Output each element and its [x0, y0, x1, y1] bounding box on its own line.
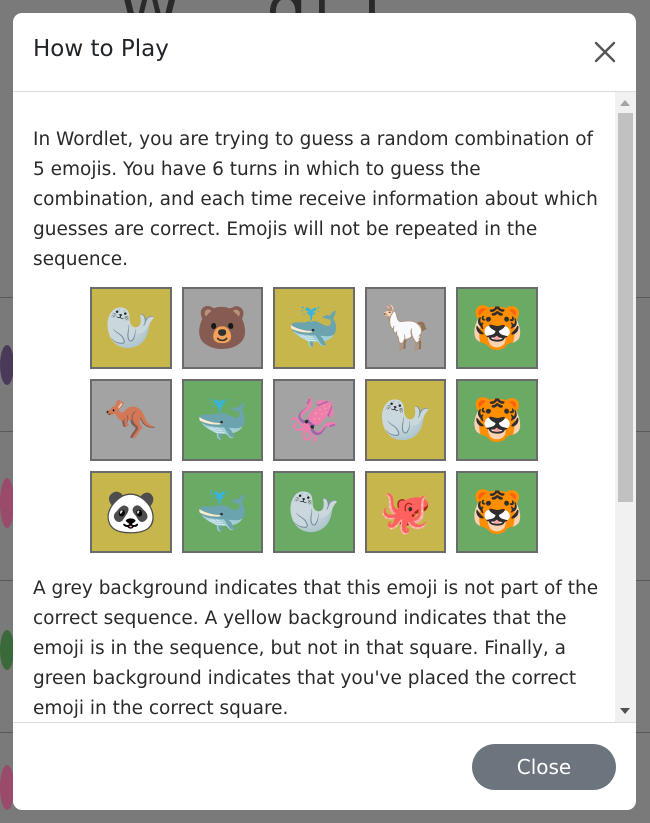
example-tile-grey: 🦑 [273, 379, 355, 461]
example-tile-grey: 🐻 [181, 287, 264, 369]
example-grid-row: 🦘 🐳 🦑 🦭 🐯 [90, 379, 538, 461]
example-tile-grey: 🦙 [364, 287, 447, 369]
close-icon[interactable] [592, 39, 618, 65]
example-grid-row: 🦭 🐻 🐳 🦙 🐯 [90, 287, 538, 369]
background-emoji [0, 345, 14, 385]
background-emoji [0, 630, 14, 670]
example-tile-green: 🐯 [456, 379, 538, 461]
example-tile-green: 🐳 [181, 471, 264, 553]
example-tile-green: 🐯 [456, 471, 538, 553]
instructions-paragraph: In Wordlet, you are trying to guess a ra… [33, 129, 598, 270]
modal-title: How to Play [33, 36, 169, 62]
close-button[interactable]: Close [472, 744, 616, 790]
example-tile-yellow: 🦭 [364, 379, 447, 461]
example-grid-row: 🐼 🐳 🦭 🐙 🐯 [90, 471, 538, 553]
example-tile-yellow: 🐙 [364, 471, 447, 553]
example-tile-yellow: 🐳 [273, 287, 355, 369]
example-tile-grey: 🦘 [90, 379, 172, 461]
example-tile-green: 🦭 [273, 471, 355, 553]
scroll-down-arrow-icon[interactable] [620, 708, 630, 714]
example-grid: 🦭 🐻 🐳 🦙 🐯 🦘 🐳 🦑 🦭 🐯 🐼 🐳 🦭 🐙 🐯 [90, 287, 538, 563]
background-emoji [0, 765, 14, 810]
color-legend-paragraph: A grey background indicates that this em… [33, 578, 599, 719]
background-emoji [0, 478, 14, 528]
scroll-up-arrow-icon[interactable] [620, 100, 630, 106]
modal-footer: Close [13, 722, 636, 810]
example-tile-yellow: 🐼 [90, 471, 172, 553]
modal-header: How to Play [13, 13, 636, 92]
scrollbar-thumb[interactable] [618, 113, 633, 502]
example-tile-green: 🐯 [456, 287, 538, 369]
example-tile-yellow: 🦭 [90, 287, 172, 369]
modal-body[interactable]: In Wordlet, you are trying to guess a ra… [13, 92, 636, 722]
how-to-play-modal: How to Play In Wordlet, you are trying t… [13, 13, 636, 810]
example-tile-green: 🐳 [181, 379, 264, 461]
scrollbar[interactable] [615, 92, 636, 722]
